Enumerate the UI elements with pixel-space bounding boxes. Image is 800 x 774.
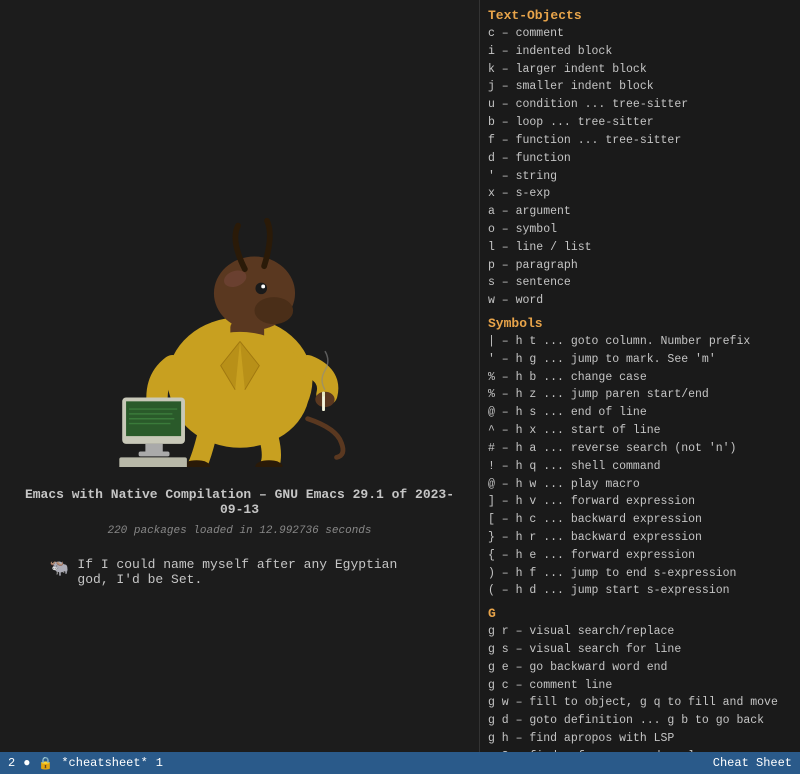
list-item: s – sentence <box>488 274 792 292</box>
list-item: g r – visual search/replace <box>488 623 792 641</box>
symbols-list: | – h t ... goto column. Number prefix '… <box>488 333 792 600</box>
quote-container: 🐃 If I could name myself after any Egypt… <box>50 557 430 587</box>
status-bar: 2 ● 🔒 *cheatsheet* 1 Cheat Sheet <box>0 752 800 774</box>
list-item: ! – h q ... shell command <box>488 458 792 476</box>
list-item: i – indented block <box>488 43 792 61</box>
list-item: w – word <box>488 292 792 310</box>
list-item: @ – h s ... end of line <box>488 404 792 422</box>
list-item: k – larger indent block <box>488 61 792 79</box>
status-num2: 1 <box>156 756 163 770</box>
list-item: b – loop ... tree-sitter <box>488 114 792 132</box>
g-title: G <box>488 606 792 621</box>
text-objects-list: c – comment i – indented block k – large… <box>488 25 792 310</box>
list-item: x – s-exp <box>488 185 792 203</box>
emacs-title: Emacs with Native Compilation – GNU Emac… <box>20 487 459 517</box>
list-item: ) – h f ... jump to end s-expression <box>488 565 792 583</box>
list-item: { – h e ... forward expression <box>488 547 792 565</box>
list-item: p – paragraph <box>488 257 792 275</box>
gnu-icon: 🐃 <box>50 558 70 578</box>
list-item: [ – h c ... backward expression <box>488 511 792 529</box>
list-item: o – symbol <box>488 221 792 239</box>
list-item: g d – goto definition ... g b to go back <box>488 712 792 730</box>
list-item: g e – go backward word end <box>488 659 792 677</box>
list-item: ( – h d ... jump start s-expression <box>488 582 792 600</box>
list-item: % – h z ... jump paren start/end <box>488 386 792 404</box>
list-item: u – condition ... tree-sitter <box>488 96 792 114</box>
status-buffer[interactable]: *cheatsheet* <box>61 756 147 770</box>
status-num: 2 <box>8 756 15 770</box>
list-item: ' – h g ... jump to mark. See 'm' <box>488 351 792 369</box>
status-dot: ● <box>23 756 30 770</box>
gnu-mascot <box>100 187 380 467</box>
list-item: | – h t ... goto column. Number prefix <box>488 333 792 351</box>
quote-text: If I could name myself after any Egyptia… <box>77 557 429 587</box>
list-item: d – function <box>488 150 792 168</box>
symbols-title: Symbols <box>488 316 792 331</box>
list-item: a – argument <box>488 203 792 221</box>
packages-info: 220 packages loaded in 12.992736 seconds <box>107 525 371 537</box>
list-item: @ – h w ... play macro <box>488 476 792 494</box>
list-item: ] – h v ... forward expression <box>488 493 792 511</box>
status-lock-icon: 🔒 <box>38 756 53 771</box>
list-item: j – smaller indent block <box>488 78 792 96</box>
right-panel[interactable]: Text-Objects c – comment i – indented bl… <box>480 0 800 774</box>
list-item: c – comment <box>488 25 792 43</box>
text-objects-title: Text-Objects <box>488 8 792 23</box>
list-item: g w – fill to object, g q to fill and mo… <box>488 694 792 712</box>
list-item: # – h a ... reverse search (not 'n') <box>488 440 792 458</box>
list-item: l – line / list <box>488 239 792 257</box>
list-item: } – h r ... backward expression <box>488 529 792 547</box>
list-item: ' – string <box>488 168 792 186</box>
list-item: g h – find apropos with LSP <box>488 730 792 748</box>
list-item: f – function ... tree-sitter <box>488 132 792 150</box>
status-right-label: Cheat Sheet <box>713 756 792 770</box>
list-item: g s – visual search for line <box>488 641 792 659</box>
list-item: % – h b ... change case <box>488 369 792 387</box>
list-item: g c – comment line <box>488 677 792 695</box>
list-item: ^ – h x ... start of line <box>488 422 792 440</box>
left-panel: Emacs with Native Compilation – GNU Emac… <box>0 0 480 774</box>
